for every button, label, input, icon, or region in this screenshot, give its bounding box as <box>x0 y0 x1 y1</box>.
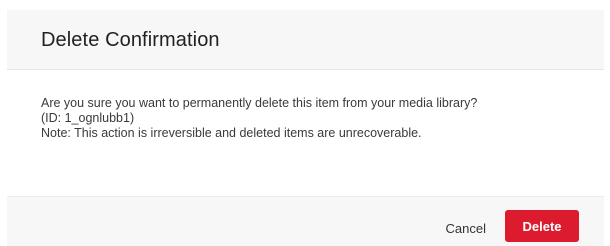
dialog-body: Are you sure you want to permanently del… <box>41 96 601 141</box>
delete-confirmation-dialog: Delete Confirmation Are you sure you wan… <box>0 0 610 246</box>
dialog-title: Delete Confirmation <box>41 29 220 51</box>
dialog-header: Delete Confirmation <box>7 10 604 70</box>
dialog-footer: Cancel Delete <box>7 196 604 246</box>
delete-button[interactable]: Delete <box>505 210 579 242</box>
item-id-text: (ID: 1_ognlubb1) <box>41 111 135 125</box>
irreversible-note: Note: This action is irreversible and de… <box>41 126 422 140</box>
cancel-button[interactable]: Cancel <box>438 213 494 243</box>
confirmation-message: Are you sure you want to permanently del… <box>41 96 478 110</box>
